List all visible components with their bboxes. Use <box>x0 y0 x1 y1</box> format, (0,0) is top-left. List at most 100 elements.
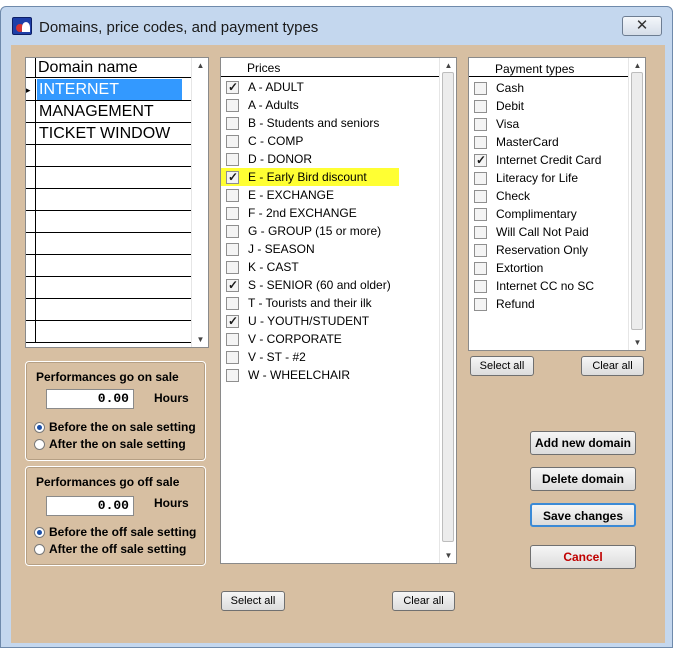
checkbox-unchecked-icon[interactable] <box>226 351 239 364</box>
checkbox-unchecked-icon[interactable] <box>226 99 239 112</box>
checkbox-unchecked-icon[interactable] <box>226 297 239 310</box>
price-code-item[interactable]: D - DONOR <box>221 150 421 168</box>
price-code-item[interactable]: S - SENIOR (60 and older) <box>221 276 421 294</box>
off-sale-hours-input[interactable]: 0.00 <box>46 496 134 516</box>
checkbox-unchecked-icon[interactable] <box>474 190 487 203</box>
scroll-up-arrow-icon[interactable]: ▲ <box>633 61 642 70</box>
checkbox-unchecked-icon[interactable] <box>474 118 487 131</box>
checkbox-checked-icon[interactable] <box>226 170 239 184</box>
prices-scrollbar[interactable]: ▲ ▼ <box>439 58 456 563</box>
domain-name-cell[interactable] <box>37 189 182 210</box>
domain-name-cell[interactable] <box>37 255 182 276</box>
domain-row[interactable]: TICKET WINDOW <box>26 123 192 145</box>
checkbox-unchecked-icon[interactable] <box>474 244 487 257</box>
radio-unselected-icon[interactable] <box>34 439 45 450</box>
on-sale-hours-input[interactable]: 0.00 <box>46 389 134 409</box>
domain-grid[interactable]: Domain name ▸ INTERNET MANAGEMENT TICKET WI… <box>25 57 209 348</box>
price-code-item[interactable]: U - YOUTH/STUDENT <box>221 312 421 330</box>
payments-select-all-button[interactable]: Select all <box>470 356 534 376</box>
cancel-button[interactable]: Cancel <box>530 545 636 569</box>
price-code-item[interactable]: E - EXCHANGE <box>221 186 421 204</box>
payment-types-scrollbar[interactable]: ▲ ▼ <box>628 58 645 350</box>
checkbox-unchecked-icon[interactable] <box>226 243 239 256</box>
price-code-item[interactable]: B - Students and seniors <box>221 114 421 132</box>
checkbox-checked-icon[interactable] <box>474 153 487 167</box>
checkbox-unchecked-icon[interactable] <box>474 100 487 113</box>
domain-row[interactable]: ▸ INTERNET <box>26 79 192 101</box>
payment-type-item[interactable]: Literacy for Life <box>469 169 645 187</box>
price-code-item[interactable]: A - Adults <box>221 96 421 114</box>
checkbox-unchecked-icon[interactable] <box>474 82 487 95</box>
checkbox-unchecked-icon[interactable] <box>226 189 239 202</box>
domain-name-cell[interactable] <box>37 167 182 188</box>
domain-row[interactable]: MANAGEMENT <box>26 101 192 123</box>
domain-name-cell[interactable]: MANAGEMENT <box>37 101 182 122</box>
domain-name-cell[interactable]: TICKET WINDOW <box>37 123 182 144</box>
domain-name-cell[interactable] <box>37 145 182 166</box>
domain-row[interactable] <box>26 145 192 167</box>
price-code-item[interactable]: E - Early Bird discount <box>221 168 399 186</box>
save-changes-button[interactable]: Save changes <box>530 503 636 527</box>
domain-row[interactable] <box>26 299 192 321</box>
domain-row[interactable] <box>26 189 192 211</box>
checkbox-unchecked-icon[interactable] <box>226 369 239 382</box>
domain-name-cell[interactable] <box>37 321 182 342</box>
domain-name-cell[interactable] <box>37 233 182 254</box>
checkbox-unchecked-icon[interactable] <box>474 136 487 149</box>
prices-select-all-button[interactable]: Select all <box>221 591 285 611</box>
checkbox-unchecked-icon[interactable] <box>226 117 239 130</box>
price-code-item[interactable]: T - Tourists and their ilk <box>221 294 421 312</box>
price-code-item[interactable]: W - WHEELCHAIR <box>221 366 421 384</box>
domain-row[interactable] <box>26 255 192 277</box>
prices-scroll-thumb[interactable] <box>442 72 454 542</box>
add-new-domain-button[interactable]: Add new domain <box>530 431 636 455</box>
payment-type-item[interactable]: Complimentary <box>469 205 645 223</box>
prices-clear-all-button[interactable]: Clear all <box>392 591 455 611</box>
payment-type-item[interactable]: Internet CC no SC <box>469 277 645 295</box>
payment-type-item[interactable]: Extortion <box>469 259 645 277</box>
payment-type-item[interactable]: Visa <box>469 115 645 133</box>
close-button[interactable]: ✕ <box>622 16 662 36</box>
payment-type-item[interactable]: Reservation Only <box>469 241 645 259</box>
payment-type-item[interactable]: MasterCard <box>469 133 645 151</box>
domain-row[interactable] <box>26 167 192 189</box>
price-code-item[interactable]: V - ST - #2 <box>221 348 421 366</box>
payment-scroll-thumb[interactable] <box>631 72 643 330</box>
scroll-up-arrow-icon[interactable]: ▲ <box>196 61 205 70</box>
scroll-down-arrow-icon[interactable]: ▼ <box>633 338 642 347</box>
checkbox-unchecked-icon[interactable] <box>226 207 239 220</box>
payment-type-item[interactable]: Will Call Not Paid <box>469 223 645 241</box>
scroll-down-arrow-icon[interactable]: ▼ <box>444 551 453 560</box>
price-code-item[interactable]: G - GROUP (15 or more) <box>221 222 421 240</box>
checkbox-unchecked-icon[interactable] <box>474 208 487 221</box>
domain-name-cell[interactable] <box>37 211 182 232</box>
domain-name-cell[interactable] <box>37 299 182 320</box>
price-code-item[interactable]: A - ADULT <box>221 78 421 96</box>
radio-selected-icon[interactable] <box>34 527 45 538</box>
checkbox-unchecked-icon[interactable] <box>226 135 239 148</box>
checkbox-unchecked-icon[interactable] <box>474 298 487 311</box>
radio-selected-icon[interactable] <box>34 422 45 433</box>
checkbox-unchecked-icon[interactable] <box>474 262 487 275</box>
checkbox-unchecked-icon[interactable] <box>226 225 239 238</box>
domain-grid-scrollbar[interactable]: ▲ ▼ <box>191 58 208 347</box>
prices-checklist[interactable]: Prices A - ADULT A - Adults B - Students a… <box>220 57 457 564</box>
checkbox-checked-icon[interactable] <box>226 80 239 94</box>
payment-types-checklist[interactable]: Payment types Cash Debit Visa MasterCard Int… <box>468 57 646 351</box>
radio-unselected-icon[interactable] <box>34 544 45 555</box>
domain-row[interactable] <box>26 233 192 255</box>
domain-name-cell[interactable] <box>37 277 182 298</box>
price-code-item[interactable]: F - 2nd EXCHANGE <box>221 204 421 222</box>
payments-clear-all-button[interactable]: Clear all <box>581 356 644 376</box>
delete-domain-button[interactable]: Delete domain <box>530 467 636 491</box>
payment-type-item[interactable]: Refund <box>469 295 645 313</box>
domain-row[interactable] <box>26 321 192 343</box>
checkbox-unchecked-icon[interactable] <box>474 226 487 239</box>
checkbox-unchecked-icon[interactable] <box>474 172 487 185</box>
payment-type-item[interactable]: Check <box>469 187 645 205</box>
domain-row[interactable] <box>26 211 192 233</box>
checkbox-unchecked-icon[interactable] <box>226 333 239 346</box>
price-code-item[interactable]: V - CORPORATE <box>221 330 421 348</box>
price-code-item[interactable]: C - COMP <box>221 132 421 150</box>
scroll-down-arrow-icon[interactable]: ▼ <box>196 335 205 344</box>
